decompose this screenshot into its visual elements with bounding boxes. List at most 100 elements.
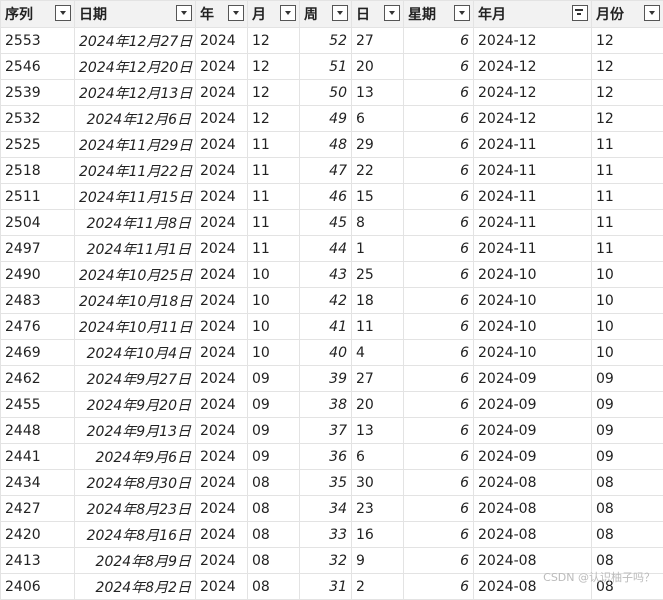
cell-week[interactable]: 40 <box>300 340 352 366</box>
cell-day[interactable]: 1 <box>352 236 404 262</box>
cell-yearmonth[interactable]: 2024-12 <box>474 28 592 54</box>
cell-seq[interactable]: 2406 <box>1 574 75 600</box>
cell-week[interactable]: 37 <box>300 418 352 444</box>
cell-seq[interactable]: 2427 <box>1 496 75 522</box>
cell-month[interactable]: 09 <box>248 418 300 444</box>
cell-yearmonth[interactable]: 2024-12 <box>474 80 592 106</box>
cell-weekday[interactable]: 6 <box>404 28 474 54</box>
cell-yearmonth[interactable]: 2024-10 <box>474 288 592 314</box>
cell-year[interactable]: 2024 <box>196 522 248 548</box>
cell-year[interactable]: 2024 <box>196 106 248 132</box>
cell-seq[interactable]: 2497 <box>1 236 75 262</box>
cell-date[interactable]: 2024年11月22日 <box>75 158 196 184</box>
cell-month[interactable]: 12 <box>248 80 300 106</box>
cell-date[interactable]: 2024年8月30日 <box>75 470 196 496</box>
column-header-weekday[interactable]: 星期 <box>404 1 474 28</box>
table-row[interactable]: 24902024年10月25日202410432562024-1010 <box>1 262 663 288</box>
cell-day[interactable]: 13 <box>352 80 404 106</box>
cell-day[interactable]: 29 <box>352 132 404 158</box>
cell-day[interactable]: 6 <box>352 444 404 470</box>
cell-year[interactable]: 2024 <box>196 158 248 184</box>
cell-week[interactable]: 47 <box>300 158 352 184</box>
cell-date[interactable]: 2024年10月11日 <box>75 314 196 340</box>
cell-yearmonth[interactable]: 2024-09 <box>474 392 592 418</box>
table-row[interactable]: 25532024年12月27日202412522762024-1212 <box>1 28 663 54</box>
cell-week[interactable]: 32 <box>300 548 352 574</box>
cell-date[interactable]: 2024年12月27日 <box>75 28 196 54</box>
cell-seq[interactable]: 2553 <box>1 28 75 54</box>
cell-month[interactable]: 12 <box>248 28 300 54</box>
cell-date[interactable]: 2024年10月18日 <box>75 288 196 314</box>
cell-month[interactable]: 09 <box>248 366 300 392</box>
cell-seq[interactable]: 2490 <box>1 262 75 288</box>
cell-year[interactable]: 2024 <box>196 418 248 444</box>
dropdown-icon[interactable] <box>55 5 71 21</box>
cell-week[interactable]: 36 <box>300 444 352 470</box>
cell-weekday[interactable]: 6 <box>404 106 474 132</box>
cell-date[interactable]: 2024年9月13日 <box>75 418 196 444</box>
cell-weekday[interactable]: 6 <box>404 496 474 522</box>
cell-weekday[interactable]: 6 <box>404 340 474 366</box>
cell-weekday[interactable]: 6 <box>404 574 474 600</box>
column-header-date[interactable]: 日期 <box>75 1 196 28</box>
cell-week[interactable]: 50 <box>300 80 352 106</box>
cell-monthnum[interactable]: 12 <box>592 80 663 106</box>
table-row[interactable]: 24762024年10月11日202410411162024-1010 <box>1 314 663 340</box>
table-row[interactable]: 24552024年9月20日202409382062024-0909 <box>1 392 663 418</box>
cell-monthnum[interactable]: 09 <box>592 366 663 392</box>
cell-date[interactable]: 2024年11月15日 <box>75 184 196 210</box>
cell-date[interactable]: 2024年8月9日 <box>75 548 196 574</box>
cell-week[interactable]: 52 <box>300 28 352 54</box>
table-row[interactable]: 24832024年10月18日202410421862024-1010 <box>1 288 663 314</box>
cell-year[interactable]: 2024 <box>196 262 248 288</box>
cell-seq[interactable]: 2448 <box>1 418 75 444</box>
table-row[interactable]: 24692024年10月4日20241040462024-1010 <box>1 340 663 366</box>
cell-week[interactable]: 39 <box>300 366 352 392</box>
cell-monthnum[interactable]: 12 <box>592 106 663 132</box>
cell-year[interactable]: 2024 <box>196 54 248 80</box>
cell-month[interactable]: 08 <box>248 574 300 600</box>
column-header-day[interactable]: 日 <box>352 1 404 28</box>
cell-monthnum[interactable]: 11 <box>592 236 663 262</box>
dropdown-icon[interactable] <box>176 5 192 21</box>
dropdown-icon[interactable] <box>332 5 348 21</box>
cell-date[interactable]: 2024年11月1日 <box>75 236 196 262</box>
table-row[interactable]: 24342024年8月30日202408353062024-0808 <box>1 470 663 496</box>
cell-seq[interactable]: 2539 <box>1 80 75 106</box>
cell-monthnum[interactable]: 10 <box>592 262 663 288</box>
table-row[interactable]: 25392024年12月13日202412501362024-1212 <box>1 80 663 106</box>
cell-seq[interactable]: 2413 <box>1 548 75 574</box>
cell-month[interactable]: 09 <box>248 444 300 470</box>
dropdown-icon[interactable] <box>454 5 470 21</box>
cell-month[interactable]: 08 <box>248 548 300 574</box>
dropdown-icon[interactable] <box>384 5 400 21</box>
cell-year[interactable]: 2024 <box>196 80 248 106</box>
cell-date[interactable]: 2024年10月4日 <box>75 340 196 366</box>
cell-monthnum[interactable]: 11 <box>592 210 663 236</box>
cell-yearmonth[interactable]: 2024-10 <box>474 262 592 288</box>
cell-weekday[interactable]: 6 <box>404 262 474 288</box>
cell-seq[interactable]: 2469 <box>1 340 75 366</box>
column-header-month[interactable]: 月 <box>248 1 300 28</box>
cell-year[interactable]: 2024 <box>196 28 248 54</box>
cell-date[interactable]: 2024年8月23日 <box>75 496 196 522</box>
cell-year[interactable]: 2024 <box>196 574 248 600</box>
cell-monthnum[interactable]: 10 <box>592 288 663 314</box>
cell-day[interactable]: 30 <box>352 470 404 496</box>
cell-date[interactable]: 2024年8月16日 <box>75 522 196 548</box>
cell-month[interactable]: 09 <box>248 392 300 418</box>
cell-date[interactable]: 2024年12月6日 <box>75 106 196 132</box>
cell-date[interactable]: 2024年10月25日 <box>75 262 196 288</box>
cell-week[interactable]: 51 <box>300 54 352 80</box>
cell-seq[interactable]: 2511 <box>1 184 75 210</box>
cell-monthnum[interactable]: 11 <box>592 184 663 210</box>
column-header-monthnum[interactable]: 月份 <box>592 1 663 28</box>
cell-month[interactable]: 08 <box>248 470 300 496</box>
cell-month[interactable]: 10 <box>248 262 300 288</box>
table-row[interactable]: 24622024年9月27日202409392762024-0909 <box>1 366 663 392</box>
cell-day[interactable]: 4 <box>352 340 404 366</box>
cell-week[interactable]: 31 <box>300 574 352 600</box>
cell-date[interactable]: 2024年8月2日 <box>75 574 196 600</box>
cell-weekday[interactable]: 6 <box>404 184 474 210</box>
cell-date[interactable]: 2024年12月13日 <box>75 80 196 106</box>
